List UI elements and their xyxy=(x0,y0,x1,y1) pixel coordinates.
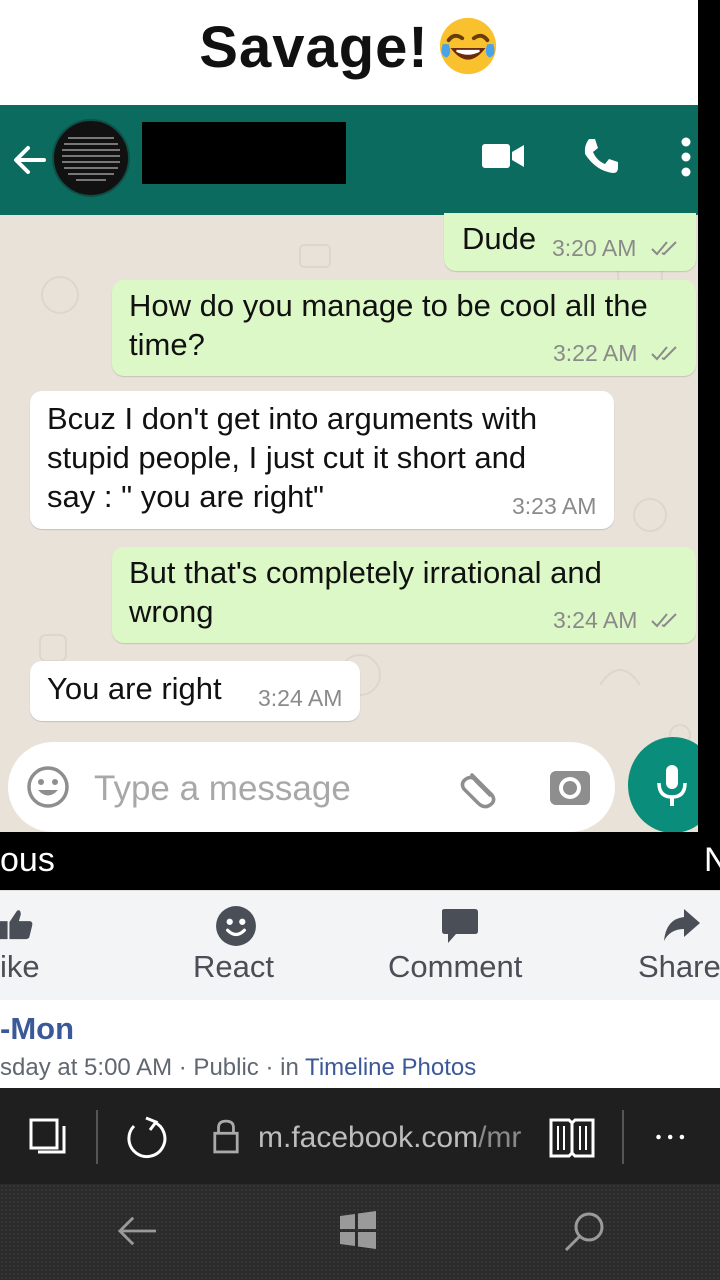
like-label: ike xyxy=(0,949,40,984)
message-time: 3:24 AM xyxy=(553,607,638,633)
react-icon xyxy=(216,906,256,946)
message-text: You are right xyxy=(47,671,222,706)
post-subline: sday at 5:00 AM · Public · in Timeline P… xyxy=(0,1054,476,1082)
post-author[interactable]: -Mon xyxy=(0,1011,74,1047)
address-bar[interactable]: m.facebook.com/mr xyxy=(258,1121,521,1155)
share-button[interactable]: Share xyxy=(636,891,720,1001)
meme-title-text: Savage! xyxy=(199,15,429,80)
message-outgoing: Dude 3:20 AM xyxy=(444,213,696,271)
lock-icon xyxy=(213,1119,239,1154)
message-incoming: Bcuz I don't get into arguments with stu… xyxy=(30,391,614,529)
tabs-icon[interactable] xyxy=(28,1116,68,1158)
message-time: 3:20 AM xyxy=(552,235,637,261)
message-outgoing: How do you manage to be cool all the tim… xyxy=(112,280,696,376)
reading-view-icon[interactable] xyxy=(548,1116,596,1160)
message-text-line: Bcuz I don't get into arguments with xyxy=(47,401,538,436)
message-text-line: time? xyxy=(129,327,205,362)
share-icon xyxy=(664,909,700,941)
more-icon[interactable] xyxy=(654,1132,690,1142)
message-text: Dude xyxy=(462,221,537,256)
message-text-line: stupid people, I just cut it short and xyxy=(47,440,527,475)
read-receipt-icon xyxy=(651,241,677,256)
contact-avatar[interactable] xyxy=(52,119,130,197)
share-label: Share xyxy=(638,949,720,984)
read-receipt-icon xyxy=(651,346,677,361)
message-text-line: wrong xyxy=(129,594,214,629)
message-incoming: You are right 3:24 AM xyxy=(30,661,360,721)
facebook-action-bar: ike React Comment Share xyxy=(0,890,720,1001)
camera-icon[interactable] xyxy=(548,765,592,809)
message-input-placeholder[interactable]: Type a message xyxy=(94,769,351,809)
react-label: React xyxy=(193,949,274,984)
post-timestamp-privacy: sday at 5:00 AM · Public · in xyxy=(0,1054,306,1081)
windows-start-icon[interactable] xyxy=(338,1210,378,1250)
message-outgoing: But that's completely irrational and wro… xyxy=(112,547,696,643)
like-button[interactable]: ike xyxy=(0,891,100,1001)
toolbar-divider xyxy=(622,1110,624,1164)
message-text-line: say : " you are right" xyxy=(47,479,325,514)
message-text-line: How do you manage to be cool all the xyxy=(129,288,648,323)
message-time: 3:22 AM xyxy=(553,340,638,366)
strip-left-text: ous xyxy=(0,841,55,879)
avatar-text-image xyxy=(62,137,120,181)
message-text-line: But that's completely irrational and xyxy=(129,555,602,590)
comment-button[interactable]: Comment xyxy=(386,891,534,1001)
read-receipt-icon xyxy=(651,613,677,628)
timeline-photos-link[interactable]: Timeline Photos xyxy=(305,1054,476,1081)
contact-name-redacted[interactable] xyxy=(142,122,346,184)
phone-icon[interactable] xyxy=(580,135,622,177)
mic-icon[interactable] xyxy=(650,761,694,809)
meme-title: Savage! xyxy=(0,14,698,81)
url-host: m.facebook.com xyxy=(258,1121,479,1154)
more-menu-icon[interactable] xyxy=(678,135,694,179)
comment-icon xyxy=(442,909,478,943)
tears-of-joy-emoji-icon xyxy=(439,17,496,75)
message-time: 3:24 AM xyxy=(258,685,343,711)
emoji-icon[interactable] xyxy=(26,765,70,809)
toolbar-divider xyxy=(96,1110,98,1164)
message-time: 3:23 AM xyxy=(512,493,597,519)
like-icon xyxy=(0,910,33,940)
back-arrow-icon[interactable] xyxy=(10,140,50,180)
back-icon[interactable] xyxy=(114,1212,160,1250)
video-call-icon[interactable] xyxy=(480,140,526,172)
react-button[interactable]: React xyxy=(180,891,292,1001)
url-path: /mr xyxy=(478,1121,522,1154)
caption-strip xyxy=(0,832,720,890)
attach-icon[interactable] xyxy=(458,765,502,809)
refresh-icon[interactable] xyxy=(124,1116,168,1160)
comment-label: Comment xyxy=(388,949,523,984)
strip-right-text: N xyxy=(704,841,720,879)
search-icon[interactable] xyxy=(562,1210,606,1254)
whatsapp-chat-screenshot: Dude 3:20 AM How do you manage to be coo… xyxy=(0,105,698,832)
